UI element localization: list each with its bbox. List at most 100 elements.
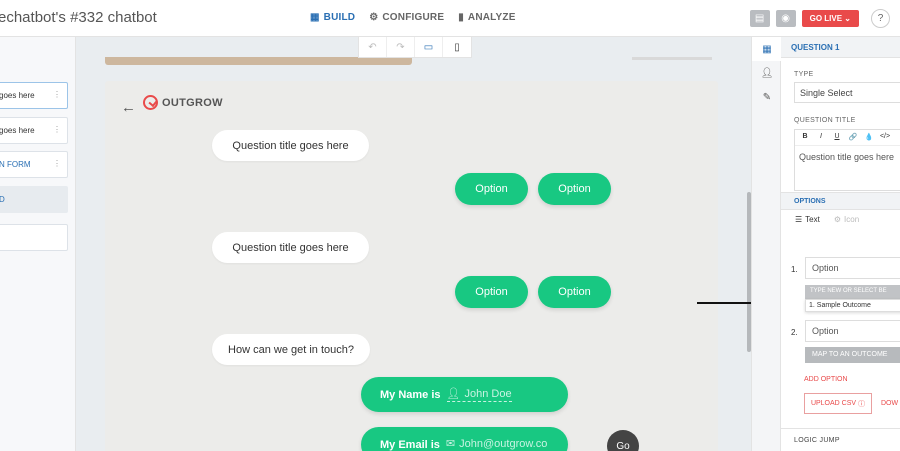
sidebar-item-label: D bbox=[0, 195, 5, 204]
underline-button[interactable]: U bbox=[831, 133, 843, 145]
grid-icon: ▦ bbox=[310, 12, 320, 23]
name-field-input[interactable]: 👤︎ John Doe bbox=[446, 387, 512, 402]
outcome-dropdown-item[interactable]: 1. Sample Outcome bbox=[805, 299, 900, 312]
option-input[interactable]: Option bbox=[805, 320, 900, 342]
mobile-view-button[interactable]: ▯ bbox=[443, 37, 471, 57]
user-settings-tab[interactable]: 👤︎ bbox=[752, 61, 782, 85]
download-link[interactable]: DOW bbox=[881, 400, 898, 407]
eye-icon: ◉ bbox=[781, 13, 790, 24]
panel-header: QUESTION 1 bbox=[781, 37, 900, 58]
nav-build[interactable]: ▦ BUILD bbox=[310, 12, 355, 23]
redo-button[interactable]: ↷ bbox=[387, 37, 415, 57]
name-field-label: My Name is bbox=[380, 388, 441, 401]
properties-panel: QUESTION 1 TYPE Single Select QUESTION T… bbox=[781, 37, 900, 451]
icon-mode-label: Icon bbox=[844, 215, 860, 224]
name-field-pill[interactable]: My Name is 👤︎ John Doe bbox=[361, 377, 568, 412]
design-settings-tab[interactable]: ✎ bbox=[752, 85, 782, 109]
sidebar-item-label: goes here bbox=[0, 91, 35, 100]
undo-button[interactable]: ↶ bbox=[359, 37, 387, 57]
chevron-down-icon: ⌄ bbox=[842, 14, 851, 23]
text-lines-icon: ☰ bbox=[795, 215, 803, 224]
more-dots-icon[interactable]: ⋮ bbox=[53, 90, 61, 99]
map-outcome-button[interactable]: MAP TO AN OUTCOME bbox=[805, 347, 900, 363]
upload-csv-label: UPLOAD CSV bbox=[810, 400, 857, 407]
option-input[interactable]: Option bbox=[805, 257, 900, 279]
help-button[interactable]: ? bbox=[871, 9, 890, 28]
preview-list-button[interactable]: ▤ bbox=[749, 10, 770, 27]
editor-toolbar: B I U 🔗 💧 </> bbox=[795, 130, 900, 146]
option-number: 1. bbox=[791, 265, 798, 274]
text-mode-label: Text bbox=[805, 215, 820, 224]
top-actions: ▤ ◉ GO LIVE ⌄ ? bbox=[749, 9, 890, 28]
preview-eye-button[interactable]: ◉ bbox=[775, 10, 796, 27]
grid-icon: ▦ bbox=[762, 43, 772, 55]
email-field-placeholder: John@outgrow.co bbox=[459, 437, 548, 450]
question-settings-tab[interactable]: ▦ bbox=[752, 37, 782, 61]
canvas-area: ↶ ↷ ▭ ▯ ← OUTGROW Question title goes he… bbox=[76, 37, 751, 451]
question-title-editor[interactable]: B I U 🔗 💧 </> Question title goes here bbox=[794, 129, 900, 191]
sidebar-item-question-1[interactable]: goes here ⋮ bbox=[0, 82, 68, 109]
chatbot-preview: ← OUTGROW Question title goes here Optio… bbox=[105, 81, 718, 451]
option-button[interactable]: Option bbox=[455, 276, 528, 308]
bar-chart-icon: ▮ bbox=[458, 12, 464, 23]
nav-analyze[interactable]: ▮ ANALYZE bbox=[458, 12, 515, 23]
canvas-toolbar: ↶ ↷ ▭ ▯ bbox=[358, 37, 472, 58]
type-select[interactable]: Single Select bbox=[794, 82, 900, 103]
go-live-button[interactable]: GO LIVE ⌄ bbox=[801, 10, 859, 27]
redo-icon: ↷ bbox=[396, 41, 405, 53]
desktop-view-button[interactable]: ▭ bbox=[415, 37, 443, 57]
list-icon: ▤ bbox=[754, 13, 765, 24]
sidebar-item-question-2[interactable]: goes here ⋮ bbox=[0, 117, 68, 144]
undo-icon: ↶ bbox=[368, 41, 377, 53]
email-field-label: My Email is bbox=[380, 438, 440, 451]
user-icon: 👤︎ bbox=[446, 388, 461, 400]
option-number: 2. bbox=[791, 328, 798, 337]
question-bubble[interactable]: How can we get in touch? bbox=[212, 334, 370, 365]
options-section-header: OPTIONS bbox=[781, 192, 900, 210]
outcome-search-input[interactable]: TYPE NEW OR SELECT BE bbox=[805, 285, 900, 299]
left-sidebar: ⊞ goes here ⋮ goes here ⋮ N FORM ⋮ D bbox=[0, 37, 76, 451]
logic-jump-header[interactable]: LOGIC JUMP bbox=[781, 428, 900, 451]
code-icon[interactable]: </> bbox=[879, 133, 891, 145]
text-mode-button[interactable]: ☰ Text bbox=[795, 215, 820, 224]
bold-button[interactable]: B bbox=[799, 133, 811, 145]
nav-configure-label: CONFIGURE bbox=[382, 12, 445, 23]
more-dots-icon[interactable]: ⋮ bbox=[53, 125, 61, 134]
email-field-input[interactable]: ✉ John@outgrow.co bbox=[446, 437, 547, 451]
left-link-icon[interactable]: ⊞ bbox=[0, 53, 1, 62]
app-title: echatbot's #332 chatbot bbox=[0, 9, 157, 26]
mobile-icon: ▯ bbox=[454, 41, 460, 53]
option-button[interactable]: Option bbox=[538, 173, 611, 205]
option-button[interactable]: Option bbox=[455, 173, 528, 205]
italic-button[interactable]: I bbox=[815, 133, 827, 145]
type-label: TYPE bbox=[794, 71, 814, 78]
question-title-text[interactable]: Question title goes here bbox=[795, 146, 900, 162]
go-button[interactable]: Go bbox=[607, 430, 639, 451]
more-dots-icon[interactable]: ⋮ bbox=[53, 159, 61, 168]
option-mode-toggle: ☰ Text ⚙ Icon bbox=[795, 215, 859, 224]
question-bubble[interactable]: Question title goes here bbox=[212, 130, 369, 161]
question-title-label: QUESTION TITLE bbox=[794, 117, 856, 124]
nav-analyze-label: ANALYZE bbox=[467, 12, 516, 23]
color-drop-icon[interactable]: 💧 bbox=[863, 133, 875, 145]
back-arrow-icon[interactable]: ← bbox=[121, 99, 136, 116]
sidebar-item-empty[interactable] bbox=[0, 224, 68, 251]
sidebar-item-form[interactable]: N FORM ⋮ bbox=[0, 151, 68, 178]
link-icon[interactable]: 🔗 bbox=[847, 133, 859, 145]
option-button[interactable]: Option bbox=[538, 276, 611, 308]
main-nav: ▦ BUILD ⚙ CONFIGURE ▮ ANALYZE bbox=[310, 12, 516, 23]
user-add-icon: 👤︎ bbox=[760, 67, 774, 79]
add-option-link[interactable]: ADD OPTION bbox=[804, 376, 848, 383]
email-field-pill[interactable]: My Email is ✉ John@outgrow.co bbox=[361, 427, 568, 451]
nav-build-label: BUILD bbox=[323, 12, 356, 23]
outgrow-logo-icon bbox=[143, 95, 158, 110]
desktop-icon: ▭ bbox=[423, 41, 434, 53]
sidebar-item-add[interactable]: D bbox=[0, 186, 68, 213]
question-bubble[interactable]: Question title goes here bbox=[212, 232, 369, 263]
nav-configure[interactable]: ⚙ CONFIGURE bbox=[369, 12, 444, 23]
upload-csv-button[interactable]: UPLOAD CSV ⓘ bbox=[804, 393, 872, 414]
icon-mode-button[interactable]: ⚙ Icon bbox=[834, 215, 859, 224]
logo-text: OUTGROW bbox=[162, 96, 223, 109]
logo: OUTGROW bbox=[143, 95, 223, 110]
envelope-icon: ✉ bbox=[445, 438, 456, 450]
